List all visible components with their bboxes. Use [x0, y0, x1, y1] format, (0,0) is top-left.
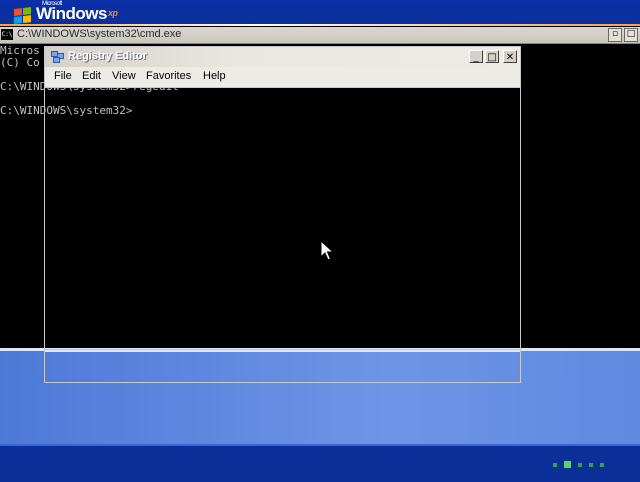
regedit-titlebar[interactable]: Registry Editor _ □ ✕ — [45, 47, 520, 67]
cmd-icon[interactable]: C:\ — [1, 29, 13, 40]
menu-file[interactable]: File — [54, 70, 72, 82]
bottom-banner — [0, 444, 640, 482]
regedit-maximize-button[interactable]: □ — [485, 50, 499, 63]
regedit-menubar: File Edit View Favorites Help — [45, 67, 520, 88]
progress-dot — [553, 462, 557, 467]
progress-dot — [600, 462, 604, 467]
windows-flag-icon — [14, 7, 32, 25]
menu-edit[interactable]: Edit — [82, 70, 101, 82]
regedit-close-button[interactable]: ✕ — [503, 50, 517, 63]
banner-stripe — [0, 24, 640, 26]
logo-windows-text: Windows — [36, 4, 107, 23]
menu-favorites[interactable]: Favorites — [146, 70, 191, 82]
cmd-maximize-button[interactable]: □ — [624, 28, 638, 42]
menu-help[interactable]: Help — [203, 70, 226, 82]
cmd-minimize-button[interactable]: ▫ — [608, 28, 622, 42]
progress-dot — [589, 462, 593, 467]
regedit-minimize-button[interactable]: _ — [469, 50, 483, 63]
windows-xp-logo: Microsoft Windows xp — [14, 1, 118, 25]
progress-indicator — [553, 461, 604, 468]
registry-icon[interactable] — [51, 51, 64, 63]
menu-view[interactable]: View — [112, 70, 136, 82]
logo-xp-text: xp — [107, 8, 118, 18]
cmd-titlebar[interactable]: C:\ C:\WINDOWS\system32\cmd.exe ▫ □ — [0, 27, 640, 44]
progress-dot — [578, 462, 582, 467]
progress-dot-active — [564, 461, 571, 468]
regedit-content-area[interactable] — [45, 88, 520, 350]
logo-microsoft-text: Microsoft — [42, 1, 62, 7]
regedit-statusbar — [45, 349, 520, 383]
regedit-window-title: Registry Editor — [68, 50, 147, 62]
registry-editor-window[interactable]: Registry Editor _ □ ✕ File Edit View Fav… — [44, 46, 521, 383]
cmd-window-title: C:\WINDOWS\system32\cmd.exe — [17, 28, 182, 40]
mouse-cursor-icon — [320, 240, 334, 261]
